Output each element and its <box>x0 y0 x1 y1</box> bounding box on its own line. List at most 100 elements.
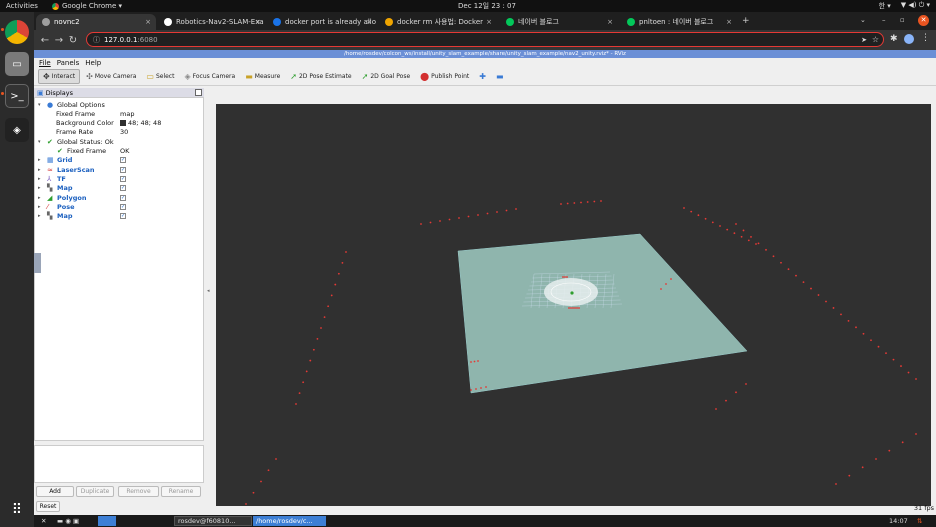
maximize-button[interactable]: ▫ <box>900 16 905 24</box>
side-drawer-handle[interactable] <box>34 253 41 273</box>
close-button[interactable]: ✕ <box>918 15 929 26</box>
send-icon[interactable]: ➤ <box>861 36 867 44</box>
tab-4[interactable]: 네이버 블로그 × <box>500 14 618 30</box>
collapse-arrow-icon[interactable]: ◂ <box>207 288 210 294</box>
float-panel-button[interactable] <box>195 89 202 96</box>
tab-2[interactable]: docker port is already allo × <box>267 14 377 30</box>
expand-arrow-icon[interactable]: ▸ <box>38 176 41 182</box>
display-tree-row[interactable]: ▾ ✔ Global Status: Ok <box>35 137 203 146</box>
property-value[interactable]: OK <box>120 147 129 155</box>
display-tree-row[interactable]: ▸ ▚ Map ✓ <box>35 212 203 221</box>
tool-measure[interactable]: ▬ Measure <box>241 70 284 83</box>
tool-move-camera[interactable]: ✣ Move Camera <box>82 70 140 83</box>
tool-select[interactable]: ▭ Select <box>142 70 178 83</box>
display-tree-row[interactable]: ▾ ● Global Options <box>35 100 203 109</box>
start-menu-icon[interactable]: ✕ <box>38 516 49 526</box>
activities-button[interactable]: Activities <box>6 2 38 10</box>
chrome-dock-icon[interactable] <box>5 20 29 44</box>
enable-checkbox[interactable]: ✓ <box>120 213 126 220</box>
expand-arrow-icon[interactable]: ▸ <box>38 167 41 173</box>
minimize-button[interactable]: – <box>882 16 886 24</box>
tool-interact[interactable]: ✥ Interact <box>38 69 81 84</box>
menu-kebab-icon[interactable]: ⋮ <box>921 33 930 43</box>
bookmark-star-icon[interactable]: ☆ <box>872 35 879 44</box>
show-apps-icon[interactable]: ⠿ <box>5 498 29 522</box>
property-value[interactable]: 30 <box>120 128 128 136</box>
expand-arrow-icon[interactable]: ▸ <box>38 213 41 219</box>
expand-arrow-icon[interactable]: ▸ <box>38 195 41 201</box>
panel-splitter[interactable]: ◂ <box>205 88 215 515</box>
tab-close-icon[interactable]: × <box>726 18 732 26</box>
clock[interactable]: Dec 12일 23 : 07 <box>458 1 516 11</box>
display-tree-row[interactable]: ▸ ⁄ Pose ✓ <box>35 202 203 211</box>
color-swatch[interactable] <box>120 120 126 127</box>
tool-2d-goal-pose[interactable]: ➚ 2D Goal Pose <box>358 70 415 83</box>
expand-arrow-icon[interactable]: ▸ <box>38 204 41 210</box>
tool-publish-point[interactable]: ⬤ Publish Point <box>416 70 473 83</box>
menu-help[interactable]: Help <box>85 59 101 67</box>
tab-search-icon[interactable]: ⌄ <box>860 16 866 24</box>
back-icon[interactable]: ← <box>38 35 52 46</box>
remove-display-button[interactable]: Remove <box>118 486 159 497</box>
expand-arrow-icon[interactable]: ▸ <box>38 157 41 163</box>
tool-focus-camera[interactable]: ◈ Focus Camera <box>180 70 239 83</box>
display-tree-row[interactable]: ✔ Fixed Frame OK <box>35 147 203 156</box>
extensions-icon[interactable]: ✱ <box>890 34 898 44</box>
tab-0[interactable]: novnc2 × <box>36 14 156 30</box>
display-tree-row[interactable]: ▸ ⅄ TF ✓ <box>35 174 203 183</box>
enable-checkbox[interactable]: ✓ <box>120 203 126 210</box>
unity-dock-icon[interactable]: ◈ <box>5 118 29 142</box>
enable-checkbox[interactable]: ✓ <box>120 194 126 201</box>
forward-icon[interactable]: → <box>52 35 66 46</box>
rename-display-button[interactable]: Rename <box>161 486 201 497</box>
enable-checkbox[interactable]: ✓ <box>120 185 126 192</box>
display-tree-row[interactable]: ▸ ◢ Polygon ✓ <box>35 193 203 202</box>
displays-tree[interactable]: ▾ ● Global Options Fixed Frame map Background… <box>34 97 204 441</box>
display-tree-row[interactable]: Background Color 48; 48; 48 <box>35 119 203 128</box>
3d-viewport[interactable] <box>216 104 931 506</box>
menu-file[interactable]: File <box>39 59 51 67</box>
taskbar-item-terminal[interactable]: rosdev@f60810... <box>174 516 252 526</box>
tab-close-icon[interactable]: × <box>607 18 613 26</box>
tool-extra-9[interactable]: ▬ <box>492 70 508 83</box>
new-tab-button[interactable]: + <box>742 16 750 26</box>
property-value[interactable]: map <box>120 110 134 118</box>
menu-panels[interactable]: Panels <box>57 59 80 67</box>
reset-button[interactable]: Reset <box>36 501 60 512</box>
tab-close-icon[interactable]: × <box>145 18 151 26</box>
expand-arrow-icon[interactable]: ▾ <box>38 102 41 108</box>
display-tree-row[interactable]: Fixed Frame map <box>35 109 203 118</box>
enable-checkbox[interactable]: ✓ <box>120 166 126 173</box>
tray-item-1[interactable]: ▼ ◀) ⏻ ▾ <box>901 1 930 11</box>
tab-5[interactable]: pnltoen : 네이버 블로그 × <box>621 14 737 30</box>
display-tree-row[interactable]: ▸ ▦ Grid ✓ <box>35 156 203 165</box>
display-tree-row[interactable]: Frame Rate 30 <box>35 128 203 137</box>
expand-arrow-icon[interactable]: ▸ <box>38 185 41 191</box>
tab-close-icon[interactable]: × <box>366 18 372 26</box>
tool-2d-pose-estimate[interactable]: ➚ 2D Pose Estimate <box>286 70 355 83</box>
files-dock-icon[interactable]: ▭ <box>5 52 29 76</box>
address-bar[interactable]: ⓘ 127.0.0.1:6080 ➤ ☆ <box>86 32 884 47</box>
tab-3[interactable]: docker rm 사용법: Docker × <box>379 14 497 30</box>
tray-item-0[interactable]: 한 ▾ <box>879 1 891 11</box>
display-tree-row[interactable]: ▸ ▚ Map ✓ <box>35 184 203 193</box>
quick-launch-icons[interactable]: ▬ ◉ ▣ <box>54 516 82 526</box>
reload-icon[interactable]: ↻ <box>66 35 80 46</box>
enable-checkbox[interactable]: ✓ <box>120 157 126 164</box>
system-tray[interactable]: 한 ▾ ▼ ◀) ⏻ ▾ <box>879 1 930 11</box>
add-display-button[interactable]: Add <box>36 486 74 497</box>
enable-checkbox[interactable]: ✓ <box>120 175 126 182</box>
tab-close-icon[interactable]: × <box>486 18 492 26</box>
profile-avatar[interactable] <box>904 34 914 44</box>
property-value[interactable]: 48; 48; 48 <box>128 119 161 127</box>
duplicate-display-button[interactable]: Duplicate <box>76 486 114 497</box>
tab-close-icon[interactable]: × <box>255 18 261 26</box>
app-menu[interactable]: Google Chrome ▾ <box>51 2 122 10</box>
info-icon[interactable]: ⓘ <box>93 35 100 45</box>
expand-arrow-icon[interactable]: ▾ <box>38 139 41 145</box>
taskbar-item-rviz[interactable]: /home/rosdev/c... <box>253 516 326 526</box>
workspace-switcher[interactable] <box>98 516 116 526</box>
display-tree-row[interactable]: ▸ ≈ LaserScan ✓ <box>35 165 203 174</box>
tool-extra-8[interactable]: ✚ <box>475 70 490 83</box>
tab-1[interactable]: Robotics-Nav2-SLAM-Exa × <box>158 14 266 30</box>
